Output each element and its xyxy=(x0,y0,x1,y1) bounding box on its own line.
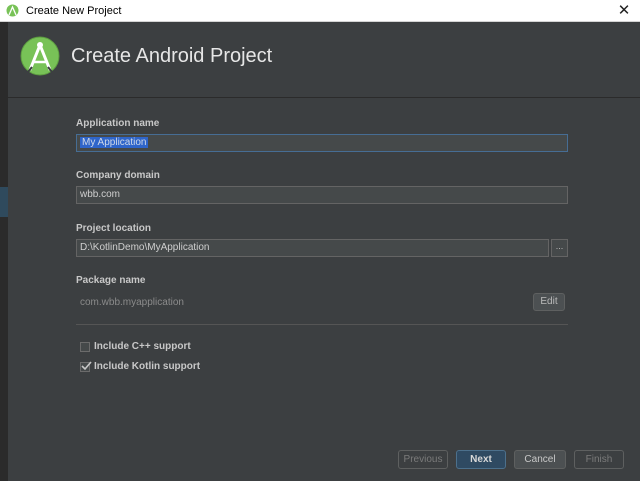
application-name-label: Application name xyxy=(76,118,160,129)
kotlin-support-label: Include Kotlin support xyxy=(94,361,201,372)
company-domain-label: Company domain xyxy=(76,170,160,181)
wizard-body: Application name My Application Company … xyxy=(8,98,640,481)
finish-button[interactable]: Finish xyxy=(574,450,624,469)
cancel-button[interactable]: Cancel xyxy=(514,450,566,469)
title-bar: Create New Project ✕ xyxy=(0,0,640,22)
create-project-window: Create New Project ✕ Create Android Proj… xyxy=(0,0,640,481)
package-name-label: Package name xyxy=(76,275,146,286)
browse-location-button[interactable]: ... xyxy=(551,239,568,257)
company-domain-input[interactable]: wbb.com xyxy=(76,186,568,204)
cpp-support-label: Include C++ support xyxy=(94,341,191,352)
checkmark-icon xyxy=(81,361,92,371)
application-name-input[interactable]: My Application xyxy=(76,134,568,152)
cpp-support-checkbox[interactable] xyxy=(80,342,90,352)
project-location-label: Project location xyxy=(76,223,152,234)
previous-button[interactable]: Previous xyxy=(398,450,448,469)
close-button[interactable]: ✕ xyxy=(608,0,640,22)
window-title: Create New Project xyxy=(26,5,122,17)
android-studio-logo-icon xyxy=(20,36,60,76)
next-button[interactable]: Next xyxy=(456,450,506,469)
edit-package-button[interactable]: Edit xyxy=(533,293,565,311)
wizard-header: Create Android Project xyxy=(8,22,640,98)
separator xyxy=(76,324,568,325)
package-name-value: com.wbb.myapplication xyxy=(80,297,184,308)
kotlin-support-checkbox[interactable] xyxy=(80,361,92,372)
page-title: Create Android Project xyxy=(71,45,273,67)
android-studio-icon xyxy=(6,4,19,17)
background-window-strip xyxy=(0,22,8,481)
application-name-value: My Application xyxy=(80,137,149,148)
project-location-input[interactable]: D:\KotlinDemo\MyApplication xyxy=(76,239,549,257)
